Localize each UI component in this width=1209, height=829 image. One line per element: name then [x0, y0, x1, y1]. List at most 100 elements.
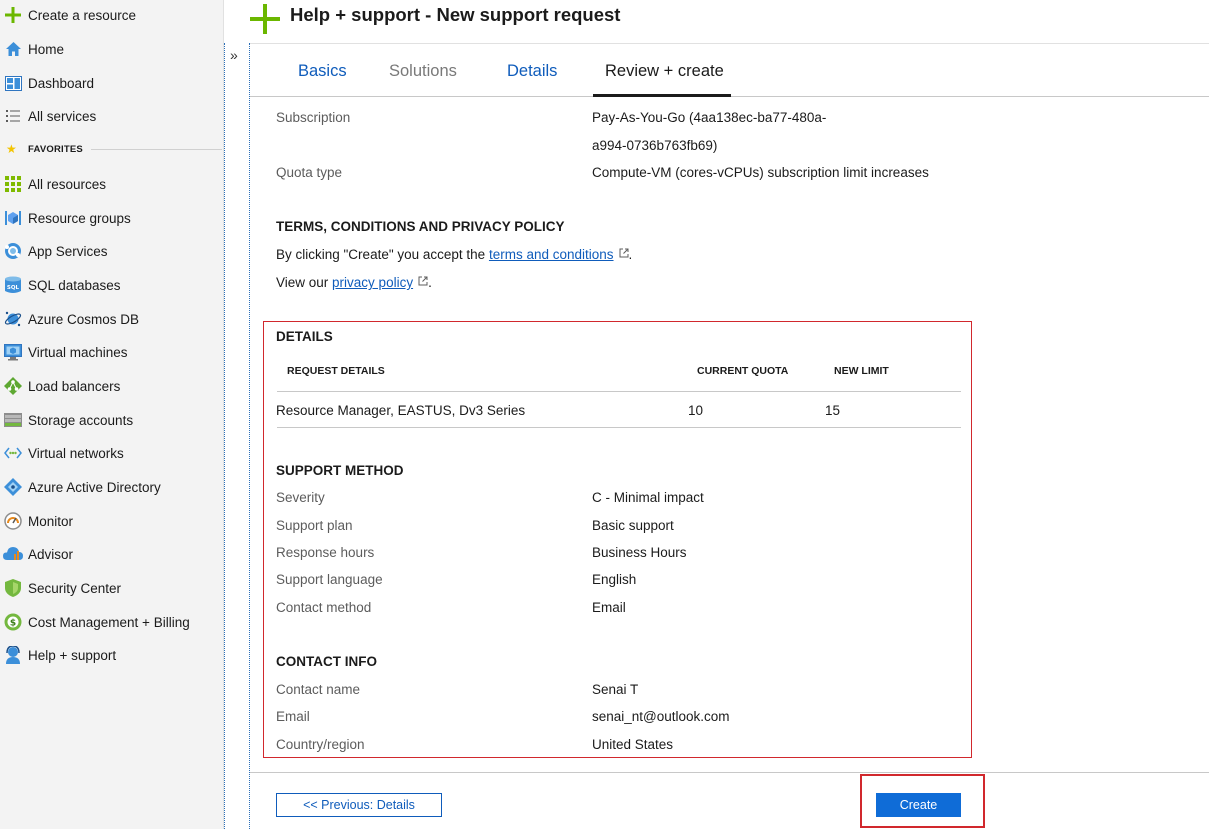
support-language-label: Support language [276, 572, 383, 587]
previous-details-button[interactable]: << Previous: Details [276, 793, 442, 817]
response-hours-value: Business Hours [592, 545, 687, 560]
wizard-tabs: Basics Solutions Details Review + create [250, 44, 1209, 97]
subscription-value-line2: a994-0736b763fb69) [592, 138, 718, 153]
email-label: Email [276, 709, 310, 724]
help-support-icon [3, 645, 23, 665]
details-title: DETAILS [276, 329, 333, 344]
sidebar-item-monitor[interactable]: Monitor [0, 506, 224, 536]
sidebar-item-storage-accounts[interactable]: Storage accounts [0, 405, 224, 435]
divider [277, 427, 961, 428]
sidebar-item-label: Home [28, 41, 65, 57]
support-plan-label: Support plan [276, 518, 353, 533]
sidebar-item-all-services[interactable]: All services [0, 101, 224, 131]
security-center-icon [3, 578, 23, 598]
country-value: United States [592, 737, 674, 752]
quota-type-label: Quota type [276, 165, 343, 180]
list-icon [3, 106, 23, 126]
tab-basics[interactable]: Basics [298, 62, 347, 81]
subscription-value-line1: Pay-As-You-Go (4aa138ec-ba77-480a- [592, 110, 827, 125]
svg-text:SQL: SQL [7, 285, 20, 291]
subscription-label: Subscription [276, 110, 351, 125]
all-resources-icon [3, 174, 23, 194]
monitor-icon [3, 511, 23, 531]
virtual-networks-icon [3, 443, 23, 463]
sidebar-item-label: Dashboard [28, 75, 95, 91]
contact-method-label: Contact method [276, 600, 372, 615]
sidebar-item-app-services[interactable]: App Services [0, 236, 224, 266]
support-plan-value: Basic support [592, 518, 674, 533]
home-icon [3, 39, 23, 59]
cost-management-icon: $ [3, 612, 23, 632]
expand-chevron-icon[interactable]: » [230, 47, 238, 63]
sidebar-item-label: Virtual machines [28, 344, 128, 360]
dashboard-icon [3, 73, 23, 93]
terms-link[interactable]: terms and conditions [489, 247, 614, 262]
sidebar-item-label: Security Center [28, 580, 122, 596]
sidebar-item-cosmos-db[interactable]: Azure Cosmos DB [0, 304, 224, 334]
page-header: Help + support - New support request [250, 0, 1209, 44]
sidebar-item-label: Azure Cosmos DB [28, 311, 140, 327]
create-button[interactable]: Create [876, 793, 961, 817]
severity-value: C - Minimal impact [592, 490, 704, 505]
svg-text:$: $ [10, 619, 16, 629]
star-icon: ★ [6, 142, 17, 156]
app-services-icon [3, 241, 23, 261]
col-header-request-details: REQUEST DETAILS [287, 365, 385, 377]
sidebar-item-label: Load balancers [28, 378, 121, 394]
terms-prefix: By clicking "Create" you accept the [276, 247, 486, 262]
sidebar-item-security-center[interactable]: Security Center [0, 573, 224, 603]
details-highlight-box: DETAILS REQUEST DETAILS CURRENT QUOTA NE… [263, 321, 972, 758]
storage-accounts-icon [3, 410, 23, 430]
favorites-label: FAVORITES [28, 143, 83, 155]
tab-solutions[interactable]: Solutions [389, 62, 457, 81]
sidebar-item-sql-databases[interactable]: SQL SQL databases [0, 270, 224, 300]
review-content: Subscription Pay-As-You-Go (4aa138ec-ba7… [250, 97, 1209, 772]
quota-type-value: Compute-VM (cores-vCPUs) subscription li… [592, 165, 929, 180]
terms-title: TERMS, CONDITIONS AND PRIVACY POLICY [276, 219, 565, 234]
resource-groups-icon [3, 208, 23, 228]
tab-review-create[interactable]: Review + create [605, 62, 724, 81]
sidebar-item-label: Help + support [28, 647, 117, 663]
terms-line: By clicking "Create" you accept the term… [276, 247, 632, 262]
sidebar-item-virtual-networks[interactable]: Virtual networks [0, 438, 224, 468]
sidebar: Create a resource Home Dashboard All ser… [0, 0, 224, 829]
sidebar-item-dashboard[interactable]: Dashboard [0, 68, 224, 98]
response-hours-label: Response hours [276, 545, 375, 560]
collapse-strip: » [224, 43, 250, 829]
sidebar-item-label: Virtual networks [28, 445, 124, 461]
external-link-icon [418, 276, 428, 286]
sidebar-item-label: Cost Management + Billing [28, 614, 190, 630]
privacy-suffix: . [428, 275, 432, 290]
virtual-machines-icon [3, 342, 23, 362]
cosmos-db-icon [3, 309, 23, 329]
sidebar-item-home[interactable]: Home [0, 34, 224, 64]
load-balancers-icon [3, 376, 23, 396]
plus-icon [250, 4, 280, 34]
sidebar-item-help-support[interactable]: Help + support [0, 640, 224, 670]
page-title: Help + support - New support request [290, 4, 621, 25]
sidebar-item-label: Storage accounts [28, 412, 134, 428]
sidebar-item-label: All resources [28, 176, 107, 192]
contact-method-value: Email [592, 600, 626, 615]
sidebar-item-active-directory[interactable]: Azure Active Directory [0, 472, 224, 502]
privacy-link[interactable]: privacy policy [332, 275, 413, 290]
sidebar-item-label: Advisor [28, 546, 74, 562]
support-language-value: English [592, 572, 637, 587]
new-limit-cell: 15 [825, 403, 841, 418]
sidebar-item-virtual-machines[interactable]: Virtual machines [0, 337, 224, 367]
sidebar-item-label: Monitor [28, 513, 74, 529]
sidebar-item-cost-management[interactable]: $ Cost Management + Billing [0, 607, 224, 637]
sidebar-item-resource-groups[interactable]: Resource groups [0, 203, 224, 233]
sidebar-item-label: All services [28, 108, 97, 124]
contact-name-value: Senai T [592, 682, 639, 697]
privacy-line: View our privacy policy. [276, 275, 432, 290]
contact-info-title: CONTACT INFO [276, 654, 377, 669]
favorites-header: ★ FAVORITES [0, 140, 224, 158]
sidebar-item-all-resources[interactable]: All resources [0, 169, 224, 199]
sidebar-item-create-resource[interactable]: Create a resource [0, 0, 224, 30]
sidebar-item-advisor[interactable]: Advisor [0, 539, 224, 569]
sidebar-item-load-balancers[interactable]: Load balancers [0, 371, 224, 401]
sidebar-item-label: SQL databases [28, 277, 121, 293]
tab-details[interactable]: Details [507, 62, 557, 81]
privacy-prefix: View our [276, 275, 329, 290]
